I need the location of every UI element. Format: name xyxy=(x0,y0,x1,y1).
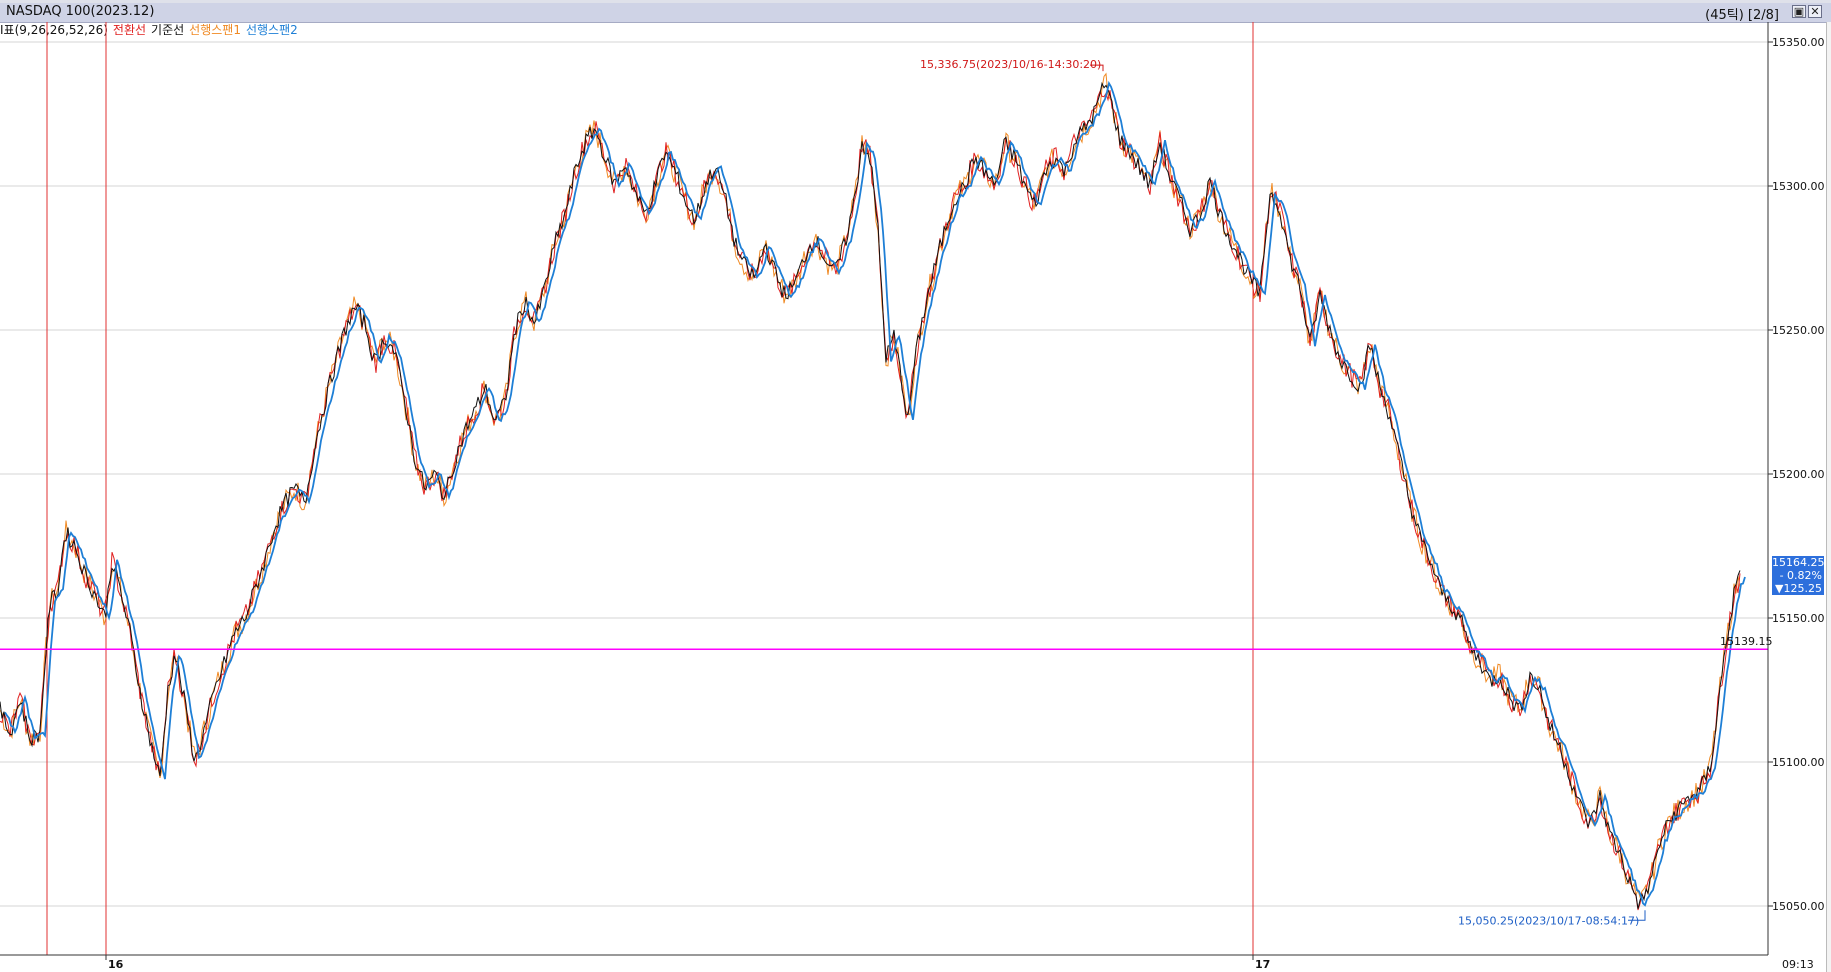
high-annotation-label: 15,336.75(2023/10/16-14:30:20) xyxy=(920,58,1101,71)
y-tick-label: 15100.00 xyxy=(1772,756,1825,769)
right-side-panel[interactable] xyxy=(1826,22,1831,972)
x-label-day-16: 16 xyxy=(108,958,124,971)
y-tick-label: 15350.00 xyxy=(1772,36,1825,49)
price-chart[interactable]: 15139.15 15050.00 15100.00 15150.00 15200.0… xyxy=(0,0,1831,972)
y-tick-label: 15150.00 xyxy=(1772,612,1825,625)
series-leading-span-1 xyxy=(0,72,1741,899)
series-conversion-line xyxy=(0,90,1741,911)
y-tick-label: 15250.00 xyxy=(1772,324,1825,337)
y-tick-label: 15050.00 xyxy=(1772,900,1825,913)
series-base-line xyxy=(0,81,1741,909)
current-price-badge: 15164.25 xyxy=(1772,556,1825,569)
x-label-time: 09:13 xyxy=(1782,958,1814,971)
x-label-day-17: 17 xyxy=(1255,958,1270,971)
y-tick-label: 15300.00 xyxy=(1772,180,1825,193)
change-badge: ▼125.25 xyxy=(1772,582,1824,595)
reference-line-label: 15139.15 xyxy=(1720,635,1773,648)
change-pct-badge: - 0.82% xyxy=(1772,569,1824,582)
y-tick-label: 15200.00 xyxy=(1772,468,1825,481)
low-annotation-label: 15,050.25(2023/10/17-08:54:17) xyxy=(1458,914,1639,927)
